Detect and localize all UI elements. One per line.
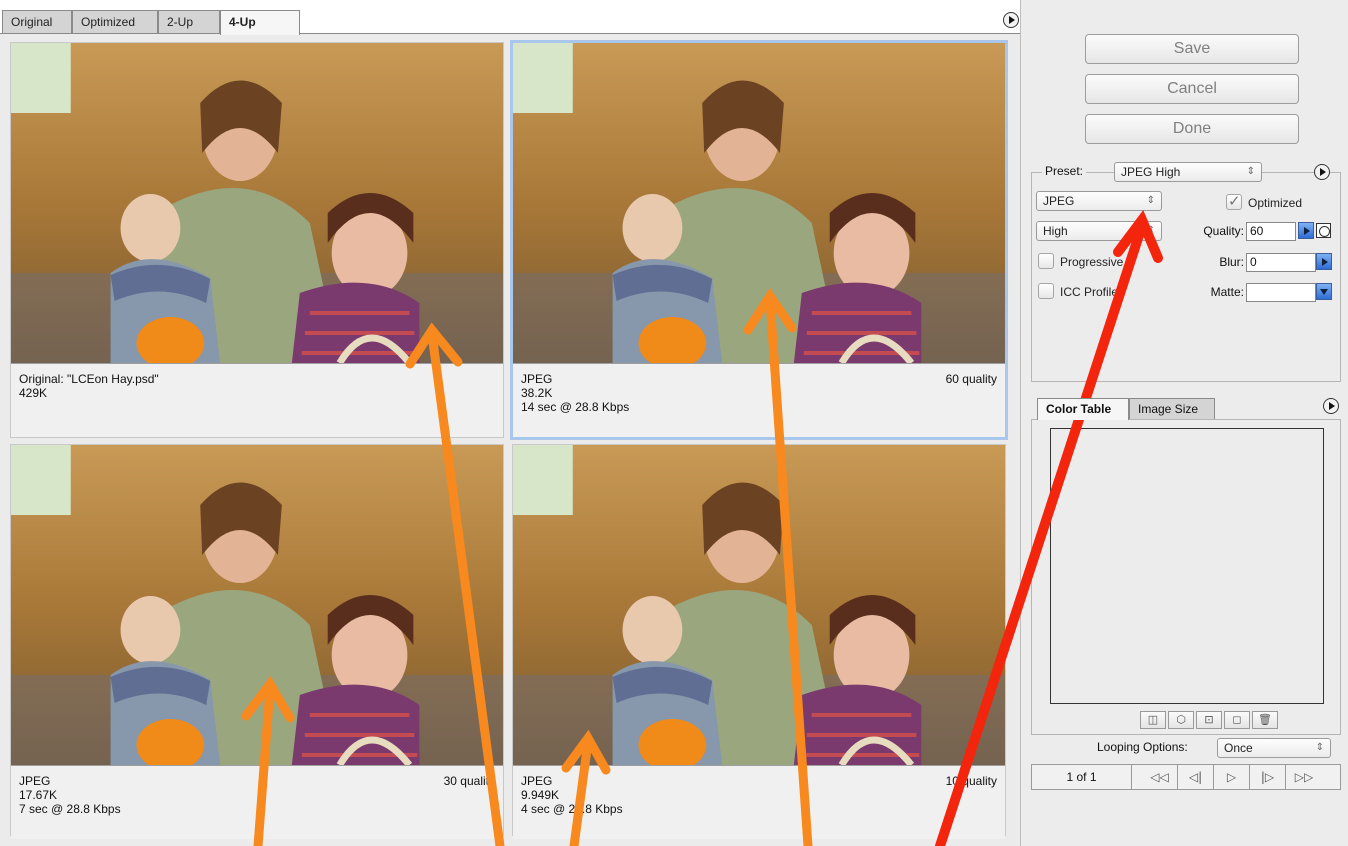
preset-menu-icon[interactable]: [1314, 164, 1330, 180]
pane-info-line2: 9.949K: [521, 788, 560, 802]
blur-label: Blur:: [1219, 255, 1244, 269]
tab-image-size[interactable]: Image Size: [1129, 398, 1215, 420]
previous-frame-icon[interactable]: ◁|: [1178, 765, 1214, 789]
format-select[interactable]: JPEG ⇕: [1036, 191, 1162, 211]
play-icon[interactable]: ▷: [1214, 765, 1250, 789]
quality-mask-icon[interactable]: [1316, 223, 1331, 238]
first-frame-icon[interactable]: ◁◁: [1142, 765, 1178, 789]
pane-info-line2: 429K: [19, 386, 48, 400]
pane-info-quality: 30 quality: [443, 774, 495, 788]
pane-info-quality: 10 quality: [945, 774, 997, 788]
family-photo-image: [513, 445, 1005, 765]
preview-photo: [513, 43, 1005, 363]
preset-select[interactable]: JPEG High ⇕: [1114, 162, 1262, 182]
preset-value: JPEG High: [1121, 165, 1181, 179]
optimization-settings-group: Preset: JPEG High ⇕ JPEG ⇕ Optimized Hig…: [1031, 162, 1341, 382]
pane-info-line1: JPEG: [521, 372, 553, 386]
four-up-preview-area: Original: "LCEon Hay.psd" 429K JPEG 38.2…: [0, 34, 1020, 846]
family-photo-image: [513, 43, 1005, 363]
view-tabbar: Original Optimized 2-Up 4-Up: [0, 10, 1020, 35]
matte-label: Matte:: [1210, 285, 1244, 299]
looping-options-label: Looping Options:: [1097, 740, 1188, 754]
preview-pane-60-quality[interactable]: JPEG 38.2K 14 sec @ 28.8 Kbps 60 quality: [510, 40, 1008, 440]
preset-label: Preset:: [1042, 164, 1087, 178]
icc-profile-checkbox[interactable]: [1038, 283, 1054, 299]
save-button[interactable]: Save: [1085, 34, 1299, 64]
quality-input[interactable]: 60: [1246, 222, 1296, 241]
pane-info: Original: "LCEon Hay.psd" 429K: [11, 363, 503, 437]
color-table-panel: ◫ ⬡ ⊡ ◻ 🗑: [1031, 419, 1341, 735]
select-arrows-icon: ⇕: [1146, 195, 1155, 206]
optimized-checkbox[interactable]: [1226, 192, 1242, 210]
blur-input[interactable]: 0: [1246, 253, 1316, 272]
pane-info: JPEG 17.67K 7 sec @ 28.8 Kbps 30 quality: [11, 765, 503, 839]
preview-pane-original[interactable]: Original: "LCEon Hay.psd" 429K: [10, 42, 504, 438]
preview-pane-30-quality[interactable]: JPEG 17.67K 7 sec @ 28.8 Kbps 30 quality: [10, 444, 504, 839]
pane-info-line1: Original: "LCEon Hay.psd": [19, 372, 159, 386]
color-table-tabbar: Color Table Image Size: [1031, 398, 1341, 420]
matte-select[interactable]: [1246, 283, 1316, 302]
pane-info-line3: 7 sec @ 28.8 Kbps: [19, 802, 121, 816]
family-photo-image: [11, 445, 503, 765]
pane-info: JPEG 9.949K 4 sec @ 28.8 Kbps 10 quality: [513, 765, 1005, 839]
tab-original[interactable]: Original: [2, 10, 72, 34]
next-frame-icon[interactable]: |▷: [1250, 765, 1286, 789]
color-table-menu-icon[interactable]: [1323, 398, 1339, 414]
lock-color-icon[interactable]: ⊡: [1196, 711, 1222, 729]
frame-counter: 1 of 1: [1032, 765, 1132, 789]
pane-info: JPEG 38.2K 14 sec @ 28.8 Kbps 60 quality: [513, 363, 1005, 437]
pane-info-quality: 60 quality: [945, 372, 997, 386]
optimized-label: Optimized: [1248, 196, 1303, 210]
pane-info-line3: 4 sec @ 28.8 Kbps: [521, 802, 623, 816]
view-menu-icon[interactable]: [1003, 12, 1019, 28]
quality-label: Quality:: [1203, 224, 1244, 238]
looping-options-select[interactable]: Once ⇕: [1217, 738, 1331, 758]
quality-slider-arrow-icon[interactable]: [1298, 222, 1314, 239]
blur-slider-arrow-icon[interactable]: [1316, 253, 1332, 270]
color-table-swatches[interactable]: [1050, 428, 1324, 704]
quality-preset-value: High: [1043, 224, 1068, 238]
web-snap-icon[interactable]: ⬡: [1168, 711, 1194, 729]
progressive-label: Progressive: [1060, 255, 1124, 269]
pane-info-line3: 14 sec @ 28.8 Kbps: [521, 400, 630, 414]
icc-profile-label: ICC Profile: [1060, 285, 1119, 299]
pane-info-line2: 17.67K: [19, 788, 58, 802]
preview-pane-10-quality[interactable]: JPEG 9.949K 4 sec @ 28.8 Kbps 10 quality: [512, 444, 1006, 839]
select-arrows-icon: ⇕: [1246, 166, 1255, 177]
last-frame-icon[interactable]: ▷▷: [1286, 765, 1322, 789]
matte-dropdown-arrow-icon[interactable]: [1316, 283, 1332, 300]
tab-optimized[interactable]: Optimized: [72, 10, 158, 34]
select-arrows-icon: ⇕: [1315, 742, 1324, 753]
top-caption-text: [0, 0, 700, 4]
preview-photo: [11, 43, 503, 363]
quality-preset-select[interactable]: High ⇕: [1036, 221, 1162, 241]
settings-panel: Save Cancel Done Preset: JPEG High ⇕ JPE…: [1020, 0, 1348, 846]
preview-photo: [513, 445, 1005, 765]
tab-4-up[interactable]: 4-Up: [220, 10, 300, 35]
preview-photo: [11, 445, 503, 765]
animation-controls: 1 of 1 ◁◁ ◁| ▷ |▷ ▷▷: [1031, 764, 1341, 790]
progressive-checkbox[interactable]: [1038, 253, 1054, 269]
trash-icon[interactable]: 🗑: [1252, 711, 1278, 729]
pane-info-line2: 38.2K: [521, 386, 553, 400]
looping-options-value: Once: [1224, 741, 1253, 755]
select-arrows-icon: ⇕: [1146, 225, 1155, 236]
tab-2-up[interactable]: 2-Up: [158, 10, 220, 34]
tab-color-table[interactable]: Color Table: [1037, 398, 1129, 420]
pane-info-line1: JPEG: [521, 774, 553, 788]
format-value: JPEG: [1043, 194, 1075, 208]
map-transparent-icon[interactable]: ◫: [1140, 711, 1166, 729]
family-photo-image: [11, 43, 503, 363]
new-color-icon[interactable]: ◻: [1224, 711, 1250, 729]
done-button[interactable]: Done: [1085, 114, 1299, 144]
pane-info-line1: JPEG: [19, 774, 51, 788]
cancel-button[interactable]: Cancel: [1085, 74, 1299, 104]
